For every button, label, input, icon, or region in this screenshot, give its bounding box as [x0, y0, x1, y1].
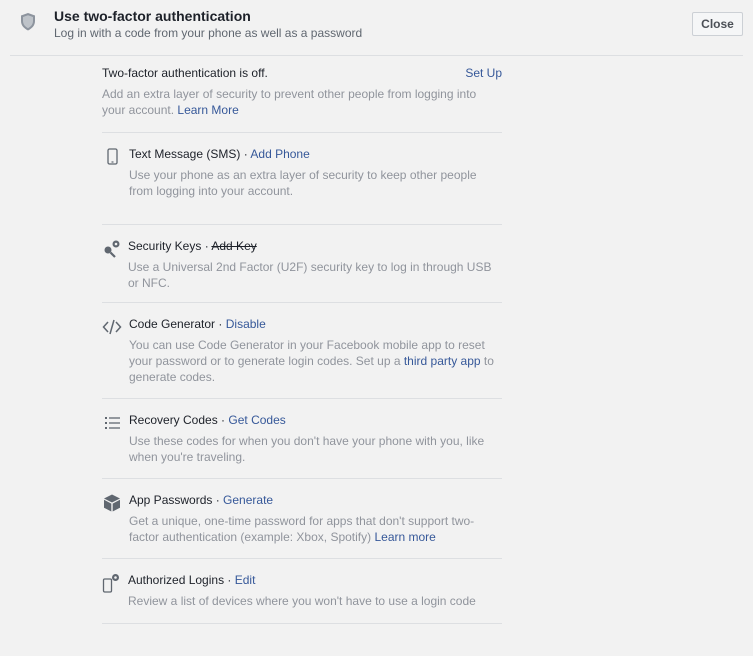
section-divider	[102, 398, 502, 399]
section-divider	[102, 224, 502, 225]
dialog-header: Use two-factor authentication Log in wit…	[0, 0, 753, 56]
code-icon	[102, 319, 122, 335]
method-description: Get a unique, one-time password for apps…	[129, 513, 502, 545]
status-description-text: Add an extra layer of security to preven…	[102, 87, 477, 117]
method-description: Review a list of devices where you won't…	[128, 594, 476, 608]
generate-link[interactable]: Generate	[223, 493, 273, 507]
method-title: Recovery Codes	[129, 413, 218, 427]
method-description: Use your phone as an extra layer of secu…	[129, 168, 477, 198]
section-divider	[102, 132, 502, 133]
get-codes-link[interactable]: Get Codes	[228, 413, 285, 427]
device-icon	[102, 574, 119, 593]
separator: ·	[224, 573, 235, 587]
separator: ·	[240, 147, 251, 161]
method-title: Authorized Logins	[128, 573, 225, 587]
method-description: Use a Universal 2nd Factor (U2F) securit…	[128, 260, 492, 290]
section-divider	[102, 478, 502, 479]
list-icon	[105, 417, 120, 429]
add-phone-link[interactable]: Add Phone	[250, 147, 309, 161]
status-description: Add an extra layer of security to preven…	[102, 86, 502, 118]
separator: ·	[201, 239, 212, 253]
status-text: Two-factor authentication is off.	[102, 66, 268, 80]
learn-more-link[interactable]: Learn more	[374, 530, 435, 544]
page-title: Use two-factor authentication	[54, 8, 251, 24]
add-key-disabled: Add Key	[211, 239, 257, 253]
learn-more-link[interactable]: Learn More	[177, 103, 238, 117]
separator: ·	[212, 493, 224, 507]
two-factor-status: Two-factor authentication is off. Set Up…	[102, 66, 502, 118]
section-divider	[102, 623, 502, 624]
edit-link[interactable]: Edit	[235, 573, 256, 587]
separator: ·	[215, 317, 226, 331]
section-divider	[102, 302, 502, 303]
cube-icon	[104, 494, 120, 512]
section-divider	[102, 558, 502, 559]
method-title: App Passwords	[129, 493, 213, 507]
separator: ·	[217, 413, 229, 427]
method-description: You can use Code Generator in your Faceb…	[129, 337, 502, 385]
disable-link[interactable]: Disable	[226, 317, 266, 331]
method-title: Text Message (SMS)	[129, 147, 241, 161]
method-description: Use these codes for when you don't have …	[129, 434, 485, 464]
header-divider	[10, 55, 743, 56]
key-icon	[104, 240, 120, 258]
close-button[interactable]: Close	[692, 12, 743, 36]
setup-link[interactable]: Set Up	[465, 66, 502, 80]
shield-icon	[21, 13, 35, 31]
page-subtitle: Log in with a code from your phone as we…	[54, 26, 363, 40]
phone-icon	[107, 148, 118, 165]
method-title: Security Keys	[128, 239, 202, 253]
third-party-app-link[interactable]: third party app	[404, 354, 481, 368]
method-title: Code Generator	[129, 317, 216, 331]
